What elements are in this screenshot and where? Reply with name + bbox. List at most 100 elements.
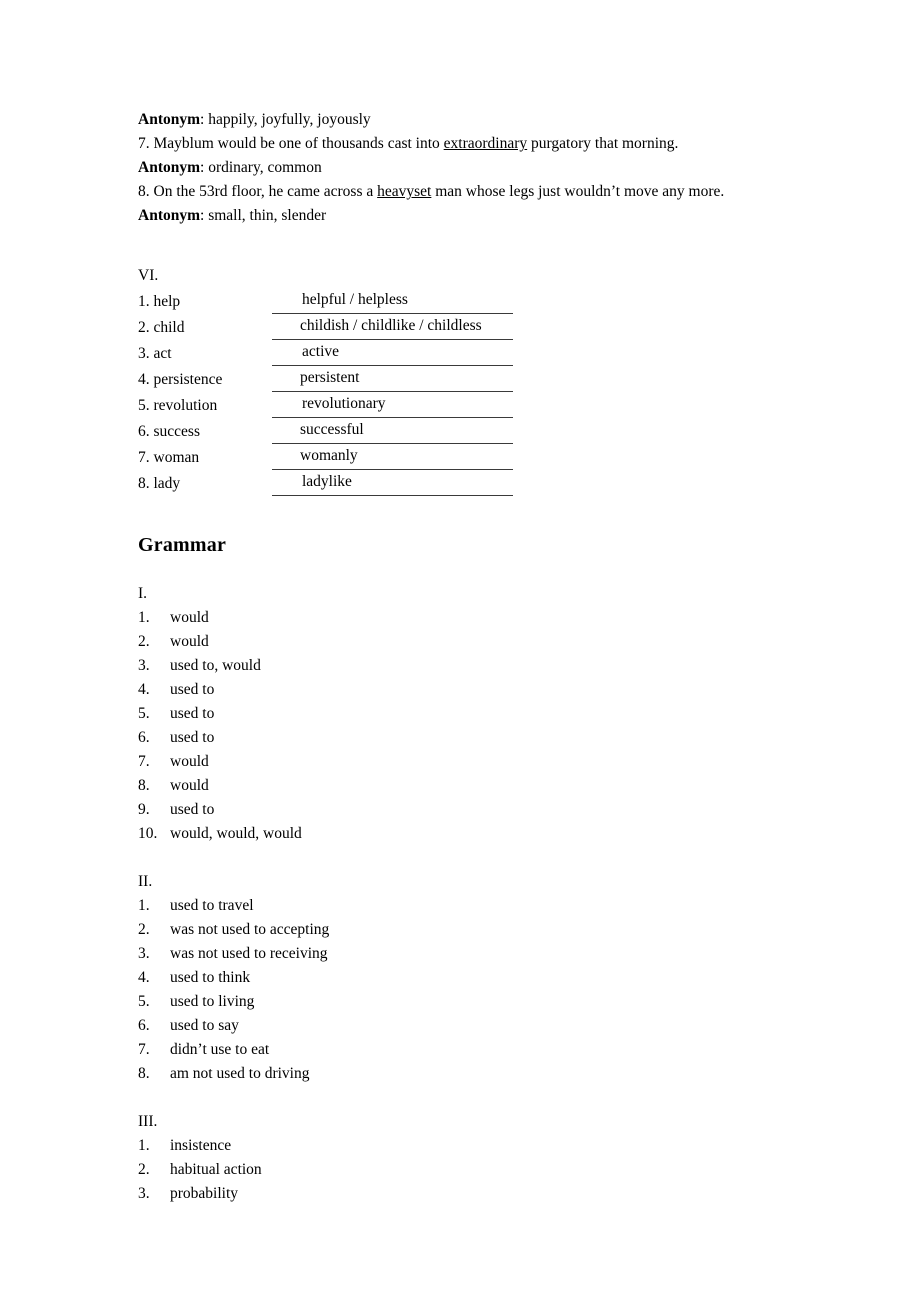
- list-item-index: 8.: [138, 1065, 150, 1082]
- word-answer-text: womanly: [300, 447, 358, 464]
- list-item: 8. am not used to driving: [138, 1062, 920, 1086]
- section-i-heading: I.: [138, 585, 148, 602]
- word-answer-blank[interactable]: helpful / helpless: [272, 288, 513, 314]
- word-answer-text: revolutionary: [302, 395, 386, 412]
- list-item-index: 2.: [138, 633, 150, 650]
- table-row: 7. woman womanly: [138, 443, 513, 470]
- word-answer-blank[interactable]: revolutionary: [272, 391, 513, 418]
- word-answer-blank[interactable]: successful: [272, 417, 513, 444]
- table-row: 8. lady ladylike: [138, 469, 513, 496]
- list-item: 7. would: [138, 750, 920, 774]
- page-title: Grammar: [138, 534, 227, 556]
- list-item: 2. was not used to accepting: [138, 918, 920, 942]
- antonym-line: Antonym: ordinary, common: [138, 156, 920, 180]
- document-page: Antonym: happily, joyfully, joyously 7. …: [0, 0, 920, 1302]
- list-item-index: 10.: [138, 825, 158, 842]
- list-item-index: 1.: [138, 1137, 150, 1154]
- section-vi-heading: VI.: [138, 267, 159, 284]
- word-formation-table: 1. help helpful / helpless 2. child chil…: [138, 288, 513, 496]
- word-answer-text: ladylike: [302, 473, 352, 490]
- list-item: 3. used to, would: [138, 654, 920, 678]
- underlined-word: extraordinary: [443, 135, 528, 152]
- list-item: 1. insistence: [138, 1134, 920, 1158]
- list-item-text: used to: [170, 801, 215, 818]
- word-answer-text: active: [302, 343, 340, 360]
- list-item: 6. used to: [138, 726, 920, 750]
- list-item-text: used to, would: [170, 657, 261, 674]
- word-answer-blank[interactable]: active: [272, 339, 513, 366]
- list-item: 5. used to: [138, 702, 920, 726]
- word-answer-blank[interactable]: persistent: [272, 365, 513, 392]
- list-item: 2. would: [138, 630, 920, 654]
- sentence-line-7: 7. Mayblum would be one of thousands cas…: [138, 132, 920, 156]
- list-item-text: didn’t use to eat: [170, 1041, 270, 1058]
- list-item-index: 2.: [138, 921, 150, 938]
- list-item: 1. used to travel: [138, 894, 920, 918]
- word-answer-blank[interactable]: childish / childlike / childless: [272, 313, 513, 340]
- antonym-label: Antonym: [138, 111, 201, 128]
- list-item: 10. would, would, would: [138, 822, 920, 846]
- list-item-index: 4.: [138, 969, 150, 986]
- antonym-label: Antonym: [138, 159, 201, 176]
- table-row: 1. help helpful / helpless: [138, 288, 513, 314]
- list-item: 1. would: [138, 606, 920, 630]
- word-answer-blank[interactable]: ladylike: [272, 469, 513, 496]
- word-cue: 2. child: [138, 318, 185, 336]
- list-item-index: 9.: [138, 801, 150, 818]
- word-cue: 6. success: [138, 422, 200, 440]
- list-item-text: would: [170, 777, 209, 794]
- list-item-text: used to think: [170, 969, 251, 986]
- antonym-values: small, thin, slender: [204, 207, 327, 224]
- section-iii-list: 1. insistence 2. habitual action 3. probabi…: [138, 1134, 920, 1206]
- list-item-text: used to say: [170, 1017, 239, 1034]
- list-item-text: used to travel: [170, 897, 254, 914]
- list-item-text: insistence: [170, 1137, 232, 1154]
- list-item-index: 4.: [138, 681, 150, 698]
- list-item-index: 3.: [138, 1185, 150, 1202]
- list-item-text: would, would, would: [170, 825, 302, 842]
- list-item-text: used to living: [170, 993, 255, 1010]
- list-item-index: 5.: [138, 993, 150, 1010]
- section-i-list: 1. would 2. would 3. used to, would 4. used …: [138, 606, 920, 846]
- list-item-index: 1.: [138, 897, 150, 914]
- antonym-line: Antonym: small, thin, slender: [138, 204, 920, 228]
- section-iii-heading: III.: [138, 1113, 158, 1130]
- word-answer-blank[interactable]: womanly: [272, 443, 513, 470]
- word-answer-text: helpful / helpless: [302, 291, 408, 308]
- word-cue: 8. lady: [138, 474, 181, 492]
- sentence-line-8: 8. On the 53rd floor, he came across a h…: [138, 180, 920, 204]
- list-item: 3. probability: [138, 1182, 920, 1206]
- section-ii-heading: II.: [138, 873, 153, 890]
- list-item: 7. didn’t use to eat: [138, 1038, 920, 1062]
- list-item-text: habitual action: [170, 1161, 262, 1178]
- list-item: 9. used to: [138, 798, 920, 822]
- section-ii-list: 1. used to travel 2. was not used to accep…: [138, 894, 920, 1086]
- list-item-text: would: [170, 753, 209, 770]
- list-item-text: probability: [170, 1185, 239, 1202]
- word-cue: 5. revolution: [138, 396, 218, 414]
- underlined-word: heavyset: [377, 183, 432, 200]
- list-item: 6. used to say: [138, 1014, 920, 1038]
- list-item-index: 3.: [138, 945, 150, 962]
- list-item-text: would: [170, 633, 209, 650]
- word-cue: 4. persistence: [138, 370, 223, 388]
- table-row: 3. act active: [138, 339, 513, 366]
- sentence-text-before: On the 53rd floor, he came across a: [149, 183, 378, 200]
- list-item-text: would: [170, 609, 209, 626]
- list-item-index: 1.: [138, 609, 150, 626]
- list-item-index: 5.: [138, 705, 150, 722]
- antonym-label: Antonym: [138, 207, 201, 224]
- sentence-text-before: Mayblum would be one of thousands cast i…: [149, 135, 444, 152]
- antonym-values: happily, joyfully, joyously: [204, 111, 371, 128]
- table-row: 6. success successful: [138, 417, 513, 444]
- word-cue: 7. woman: [138, 448, 200, 466]
- list-item-index: 8.: [138, 777, 150, 794]
- word-answer-text: successful: [300, 421, 364, 438]
- list-item: 5. used to living: [138, 990, 920, 1014]
- word-answer-text: persistent: [300, 369, 360, 386]
- table-row: 4. persistence persistent: [138, 365, 513, 392]
